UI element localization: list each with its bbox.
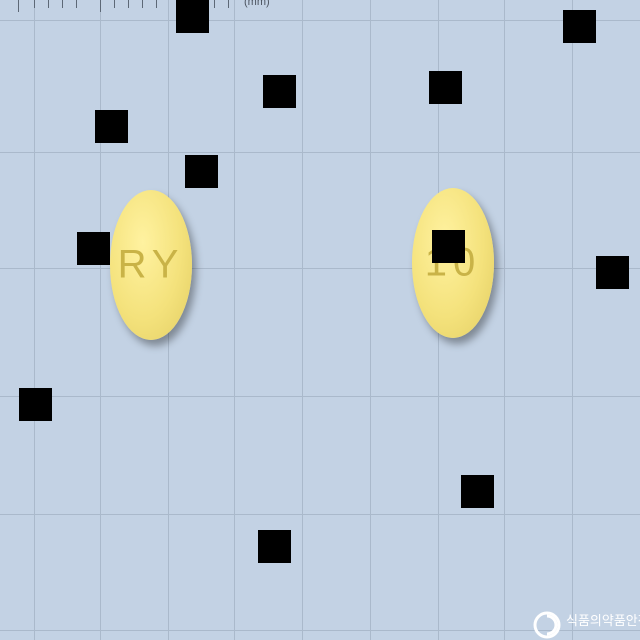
redaction-block (95, 110, 128, 143)
scale-unit-label: (mm) (244, 0, 270, 8)
redaction-block (432, 230, 465, 263)
redaction-block (263, 75, 296, 108)
redaction-block (185, 155, 218, 188)
watermark-text: 식품의약품안전처 (566, 613, 640, 628)
redaction-block (563, 10, 596, 43)
redaction-block (19, 388, 52, 421)
measurement-grid (0, 0, 640, 640)
redaction-block (258, 530, 291, 563)
pill-front: RY (110, 190, 192, 340)
pill-back: 10 (412, 188, 494, 338)
redaction-block (429, 71, 462, 104)
pill-imprint: RY (117, 242, 185, 287)
mfds-logo-icon (533, 611, 561, 639)
redaction-block (176, 0, 209, 33)
redaction-block (461, 475, 494, 508)
redaction-block (596, 256, 629, 289)
redaction-block (77, 232, 110, 265)
